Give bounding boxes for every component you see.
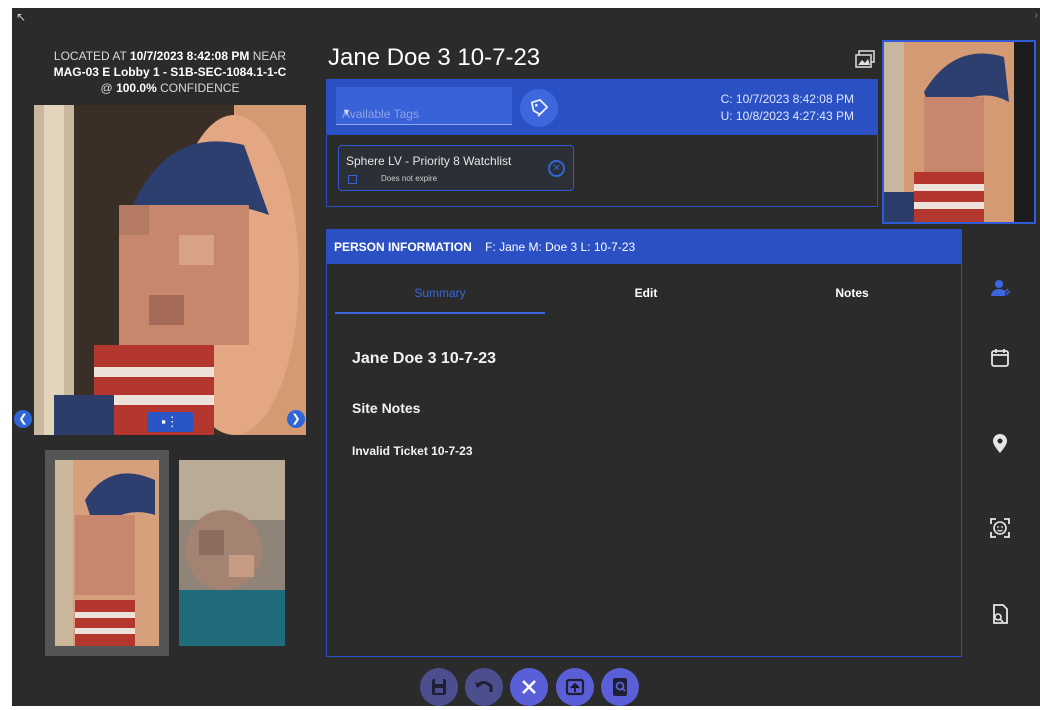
inspect-button[interactable] — [601, 668, 639, 706]
location-caption: LOCATED AT 10/7/2023 8:42:08 PM NEAR MAG… — [30, 48, 310, 96]
window-corner-icon[interactable]: › — [1035, 10, 1038, 21]
profile-thumbnail-image — [884, 42, 1034, 222]
undo-button[interactable] — [465, 668, 503, 706]
person-name-summary: F: Jane M: Doe 3 L: 10-7-23 — [485, 240, 636, 254]
tag-bar: Available Tags ▼ C: 10/7/2023 8:42:08 PM… — [326, 79, 878, 135]
person-icon[interactable] — [988, 276, 1012, 300]
add-tag-button[interactable] — [518, 87, 560, 129]
thumbnail-2-image — [179, 460, 285, 646]
close-button[interactable] — [510, 668, 548, 706]
photo-thumbnails — [45, 450, 295, 656]
confidence-value: 100.0% — [116, 81, 157, 95]
located-datetime: 10/7/2023 8:42:08 PM — [129, 49, 250, 63]
person-detail-window: ↖ › LOCATED AT 10/7/2023 8:42:08 PM NEAR… — [12, 8, 1040, 706]
watchlist-tag-chip: Sphere LV - Priority 8 Watchlist Does no… — [338, 145, 574, 191]
face-scan-icon[interactable] — [988, 516, 1012, 540]
tab-edit[interactable]: Edit — [541, 286, 751, 300]
tag-chip-name: Sphere LV - Priority 8 Watchlist — [346, 154, 512, 168]
located-location: MAG-03 E Lobby 1 - S1B-SEC-1084.1-1-C — [53, 65, 287, 79]
document-search-icon[interactable] — [988, 602, 1012, 626]
created-timestamp: C: 10/7/2023 8:42:08 PM — [720, 92, 854, 106]
site-note-text: Invalid Ticket 10-7-23 — [352, 444, 473, 458]
confidence-label: CONFIDENCE — [160, 81, 240, 95]
save-button[interactable] — [420, 668, 458, 706]
active-tab-indicator — [335, 312, 545, 314]
calendar-icon[interactable] — [988, 346, 1012, 370]
previous-photo-button[interactable]: ❮ — [14, 410, 32, 428]
gallery-icon[interactable] — [855, 50, 875, 68]
capture-photo — [34, 105, 306, 435]
person-information-label: PERSON INFORMATION — [334, 240, 472, 254]
info-tabs: Summary Edit Notes — [327, 264, 961, 318]
located-at: @ — [100, 81, 113, 95]
next-photo-button[interactable]: ❯ — [287, 410, 305, 428]
timestamps: C: 10/7/2023 8:42:08 PM U: 10/8/2023 4:2… — [664, 91, 854, 125]
available-tags-dropdown[interactable]: Available Tags ▼ — [336, 87, 512, 125]
assigned-tags-area: Sphere LV - Priority 8 Watchlist Does no… — [326, 135, 878, 207]
thumbnail-1-image — [55, 460, 159, 646]
resize-arrow-icon[interactable]: ↖ — [16, 10, 26, 24]
location-pin-icon[interactable] — [988, 432, 1012, 456]
thumbnail-2[interactable] — [179, 460, 285, 646]
person-information-header: PERSON INFORMATION F: Jane M: Doe 3 L: 1… — [327, 230, 961, 264]
summary-title: Jane Doe 3 10-7-23 — [352, 350, 497, 367]
site-notes-heading: Site Notes — [352, 400, 421, 416]
blurred-person-image — [34, 105, 306, 435]
profile-thumbnail[interactable] — [882, 40, 1036, 224]
person-title: Jane Doe 3 10-7-23 — [328, 44, 541, 71]
chevron-down-icon: ▼ — [342, 107, 351, 117]
updated-timestamp: U: 10/8/2023 4:27:43 PM — [720, 109, 854, 123]
tag-chip-expiry: Does not expire — [381, 174, 438, 183]
expiry-checkbox[interactable] — [348, 175, 357, 184]
transfer-button[interactable] — [556, 668, 594, 706]
save-photo-icon[interactable]: ▪⋮ — [147, 412, 193, 432]
tab-summary[interactable]: Summary — [335, 286, 545, 300]
tab-notes[interactable]: Notes — [747, 286, 957, 300]
remove-tag-icon[interactable]: ✕ — [548, 160, 565, 177]
thumbnail-1[interactable] — [55, 460, 159, 646]
located-prefix: LOCATED AT — [53, 49, 127, 63]
located-near: NEAR — [252, 49, 287, 63]
person-information-panel: PERSON INFORMATION F: Jane M: Doe 3 L: 1… — [326, 229, 962, 657]
